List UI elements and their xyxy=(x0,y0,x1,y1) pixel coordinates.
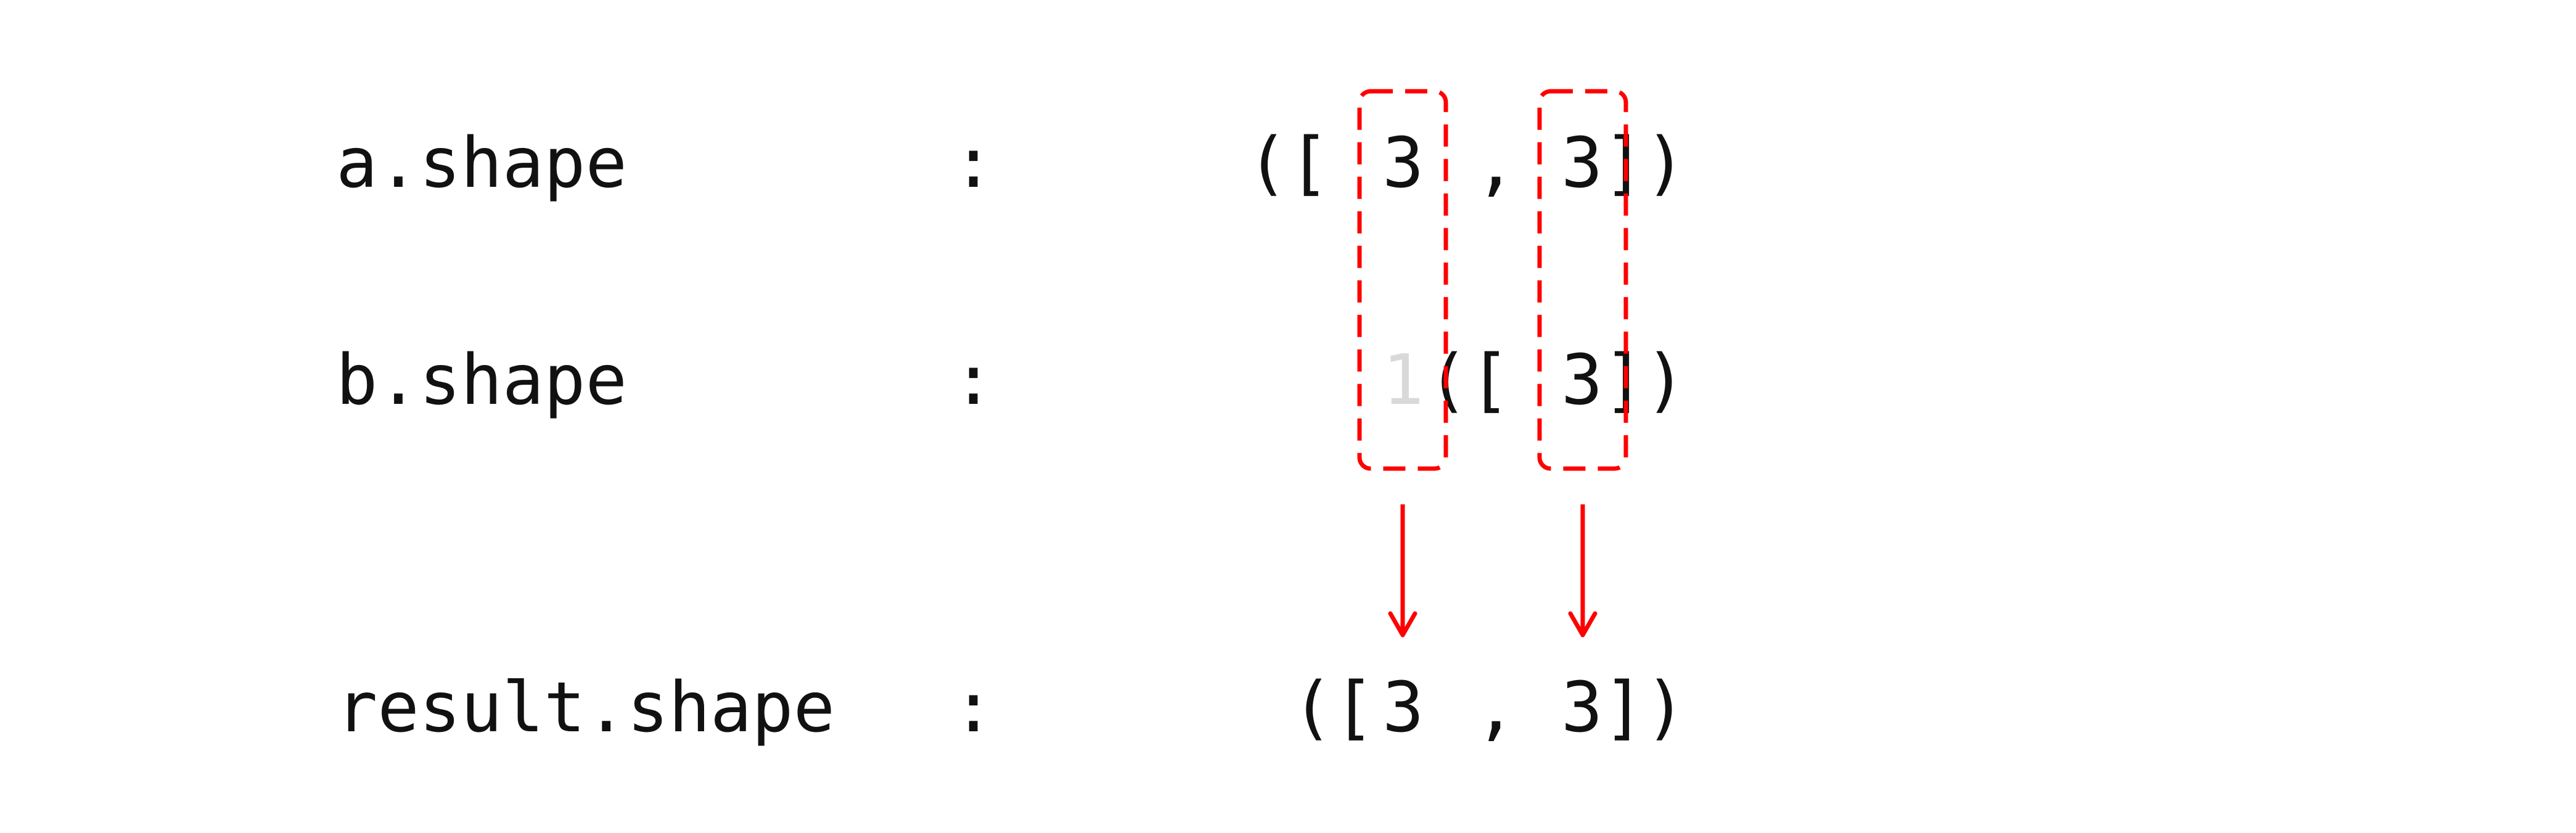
b-shape-implied-dim: 1 xyxy=(1382,340,1424,421)
broadcasting-diagram: a.shape b.shape result.shape : : : ([ 3 … xyxy=(336,89,1686,748)
result-shape-colon: : xyxy=(953,668,994,748)
a-shape-open-bracket: ([ xyxy=(1247,123,1330,203)
b-shape-colon: : xyxy=(953,340,994,421)
b-shape-label: b.shape xyxy=(336,340,627,421)
a-shape-dim2: 3 xyxy=(1561,123,1602,203)
a-shape-close-bracket: ]) xyxy=(1603,123,1686,203)
second-dimension-arrow xyxy=(1568,504,1598,638)
a-shape-dim1: 3 xyxy=(1382,123,1424,203)
a-shape-comma: , xyxy=(1475,123,1516,203)
result-shape-open-bracket: ([ xyxy=(1292,668,1375,748)
b-shape-open-bracket: ([ xyxy=(1427,340,1511,421)
result-shape-close-bracket: ]) xyxy=(1603,668,1686,748)
b-shape-dim2: 3 xyxy=(1561,340,1602,421)
result-shape-label: result.shape xyxy=(336,668,835,748)
result-shape-dim1: 3 xyxy=(1382,668,1424,748)
first-dimension-arrow xyxy=(1388,504,1417,638)
a-shape-colon: : xyxy=(953,123,994,203)
result-shape-dim2: 3 xyxy=(1561,668,1602,748)
a-shape-label: a.shape xyxy=(336,123,627,203)
result-shape-comma: , xyxy=(1475,668,1516,748)
b-shape-close-bracket: ]) xyxy=(1603,340,1686,421)
